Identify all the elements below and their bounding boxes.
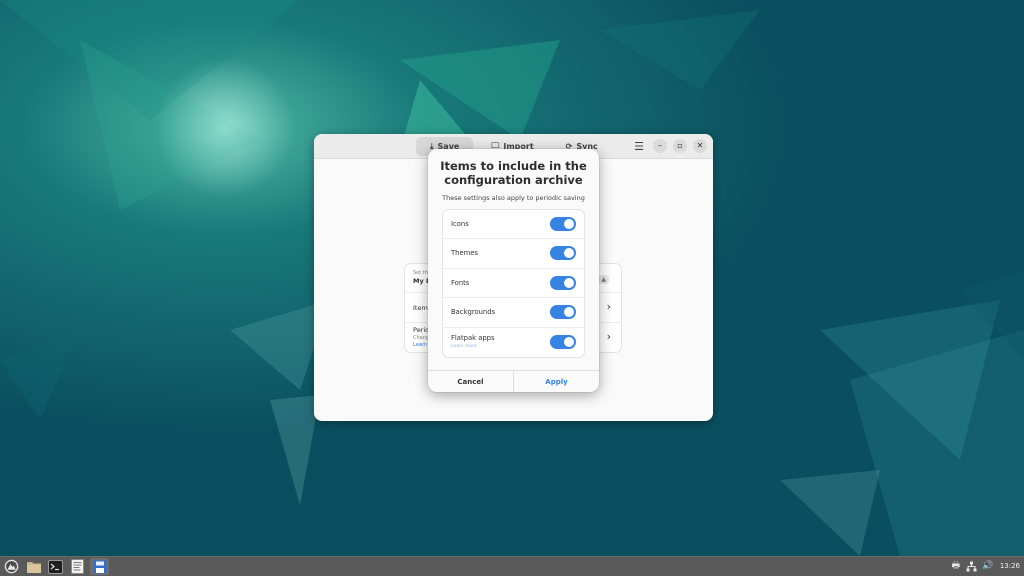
taskbar: 🖶 🔊 13:26 (0, 556, 1024, 576)
backgrounds-toggle[interactable] (550, 305, 576, 320)
dialog-subtitle: These settings also apply to periodic sa… (442, 194, 585, 202)
periodic-row-label[interactable]: Perio (413, 326, 429, 334)
save-desktop-icon[interactable] (90, 558, 109, 575)
item-label: Backgrounds (451, 308, 496, 317)
status-badge: ▲ (598, 275, 609, 284)
item-label: Themes (451, 249, 478, 258)
terminal-icon[interactable] (46, 558, 65, 575)
file-manager-icon[interactable] (24, 558, 43, 575)
minimize-icon[interactable]: – (653, 139, 667, 153)
list-item: Flatpak apps Learn more (443, 328, 584, 357)
learn-more-link[interactable]: Learn (413, 342, 427, 348)
periodic-row-sub: Chang (413, 335, 430, 341)
flatpak-apps-toggle[interactable] (550, 334, 576, 349)
fonts-toggle[interactable] (550, 275, 576, 290)
app-menu-icon[interactable] (2, 558, 21, 575)
themes-toggle[interactable] (550, 246, 576, 261)
item-label: Flatpak apps (451, 333, 495, 342)
learn-more-link[interactable]: Learn more (451, 344, 477, 349)
list-item: Fonts (443, 269, 584, 299)
cancel-button[interactable]: Cancel (428, 371, 514, 392)
list-item: Icons (443, 210, 584, 240)
items-row-label[interactable]: Item (413, 304, 428, 312)
items-list: Icons Themes Fonts Backgrounds Flatpak a… (443, 210, 584, 357)
chevron-right-icon[interactable]: › (607, 330, 611, 343)
close-icon[interactable]: ✕ (693, 139, 707, 153)
item-label: Fonts (451, 278, 470, 287)
list-item: Themes (443, 239, 584, 269)
chevron-right-icon[interactable]: › (607, 300, 611, 313)
items-dialog: Items to include in the configuration ar… (428, 149, 599, 392)
setting-caption: Set th (413, 270, 428, 276)
maximize-icon[interactable]: ▫ (673, 139, 687, 153)
clock[interactable]: 13:26 (1000, 562, 1020, 570)
icons-toggle[interactable] (550, 217, 576, 231)
apply-button[interactable]: Apply (514, 371, 599, 392)
list-item: Backgrounds (443, 298, 584, 328)
dialog-actions: Cancel Apply (428, 370, 599, 392)
item-label: Icons (451, 220, 469, 228)
dialog-title: Items to include in the configuration ar… (440, 159, 587, 187)
text-editor-icon[interactable] (68, 558, 87, 575)
network-icon[interactable] (966, 559, 978, 573)
hamburger-menu-icon[interactable]: ☰ (631, 138, 647, 154)
printer-icon[interactable]: 🖶 (950, 559, 962, 573)
volume-icon[interactable]: 🔊 (982, 559, 994, 573)
